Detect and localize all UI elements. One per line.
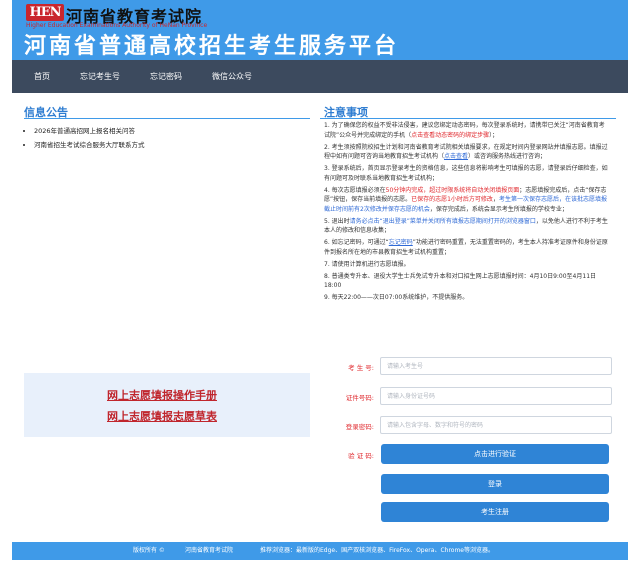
footer-browser-tip: 推荐浏览器：最新版的Edge、国产双核浏览器、FireFox、Opera、Chr… xyxy=(260,547,494,554)
password-label: 登录密码: xyxy=(345,423,374,431)
nav-forgot-exam-number[interactable]: 忘记考生号 xyxy=(70,71,130,82)
footer-copyright: 版权所有 © xyxy=(133,547,165,554)
notice-link-forgot-password[interactable]: 忘记密码 xyxy=(389,239,413,246)
footer-org: 河南省教育考试院 xyxy=(185,547,234,554)
site-title: 河南省普通高校招生考生服务平台 xyxy=(24,34,400,59)
id-number-label: 证件号码: xyxy=(345,394,374,402)
main-nav: 首页 忘记考生号 忘记密码 微信公众号 xyxy=(12,60,628,93)
logo-icon: HEN xyxy=(26,4,64,21)
announcement-item[interactable]: 河南省招生考试综合服务大厅联系方式 xyxy=(34,138,304,152)
announcement-item[interactable]: 2026年普通高招网上报名相关问答 xyxy=(34,124,304,138)
nav-wechat[interactable]: 微信公众号 xyxy=(202,71,262,82)
notice-link-contacts[interactable]: 点击查看 xyxy=(444,153,468,160)
notice-item: 9. 每天22:00——次日07:00系统维护，不提供服务。 xyxy=(324,294,469,301)
notice-item: 7. 请使用计算机进行志愿填报。 xyxy=(324,260,410,268)
announcement-list: 2026年普通高招网上报名相关问答 河南省招生考试综合服务大厅联系方式 xyxy=(24,124,304,152)
notice-item: 4. 每次志愿填报必须在50分钟内完成，超过时限系统将自动关闭填报页面；志愿填报… xyxy=(324,186,607,213)
notice-item: 2. 考生须按照院校招生计划和河南省教育考试院相关填报要求，在规定时间内登录网站… xyxy=(324,143,608,161)
nav-forgot-password[interactable]: 忘记密码 xyxy=(140,71,192,82)
password-input[interactable] xyxy=(380,416,612,434)
site-footer: 版权所有 © 河南省教育考试院 推荐浏览器：最新版的Edge、国产双核浏览器、F… xyxy=(12,542,628,560)
exam-number-input[interactable] xyxy=(380,357,612,375)
captcha-label: 验 证 码: xyxy=(348,452,374,460)
captcha-verify-button[interactable]: 点击进行验证 xyxy=(381,444,609,464)
announcements-divider xyxy=(24,118,310,119)
id-number-input[interactable] xyxy=(380,387,612,405)
notice-link-bind-steps[interactable]: 点击查看动态密码的绑定步骤 xyxy=(411,132,489,139)
register-button[interactable]: 考生注册 xyxy=(381,502,609,522)
notice-divider xyxy=(320,118,616,119)
notice-item: 3. 登录系统后，首页显示登录考生的资格信息，这些信息将影响考生可填报的志愿，请… xyxy=(324,165,608,182)
manual-link-draft[interactable]: 网上志愿填报志愿草表 xyxy=(107,408,217,424)
manual-link-guide[interactable]: 网上志愿填报操作手册 xyxy=(107,387,217,403)
manual-panel xyxy=(24,373,310,437)
nav-home[interactable]: 首页 xyxy=(24,71,60,82)
notice-item: 8. 普通类专升本、退役大学生士兵免试专升本和对口招生网上志愿填报时间：4月10… xyxy=(324,272,597,290)
notice-item: 6. 如忘记密码，可通过“忘记密码”功能进行密码重置，无法重置密码的，考生本人持… xyxy=(324,239,608,256)
login-button[interactable]: 登录 xyxy=(381,474,609,494)
exam-number-label: 考 生 号: xyxy=(348,364,374,372)
notice-item: 1. 为了确保您的权益不受非法侵害，建议您绑定动态密码，每次登录系统时，请携带已… xyxy=(324,122,605,139)
notice-item: 5. 退出时请务必点击“退出登录”菜单并关闭所有填报志愿期间打开的浏览器窗口，以… xyxy=(324,217,608,235)
notice-list: 1. 为了确保您的权益不受非法侵害，建议您绑定动态密码，每次登录系统时，请携带已… xyxy=(324,121,608,305)
